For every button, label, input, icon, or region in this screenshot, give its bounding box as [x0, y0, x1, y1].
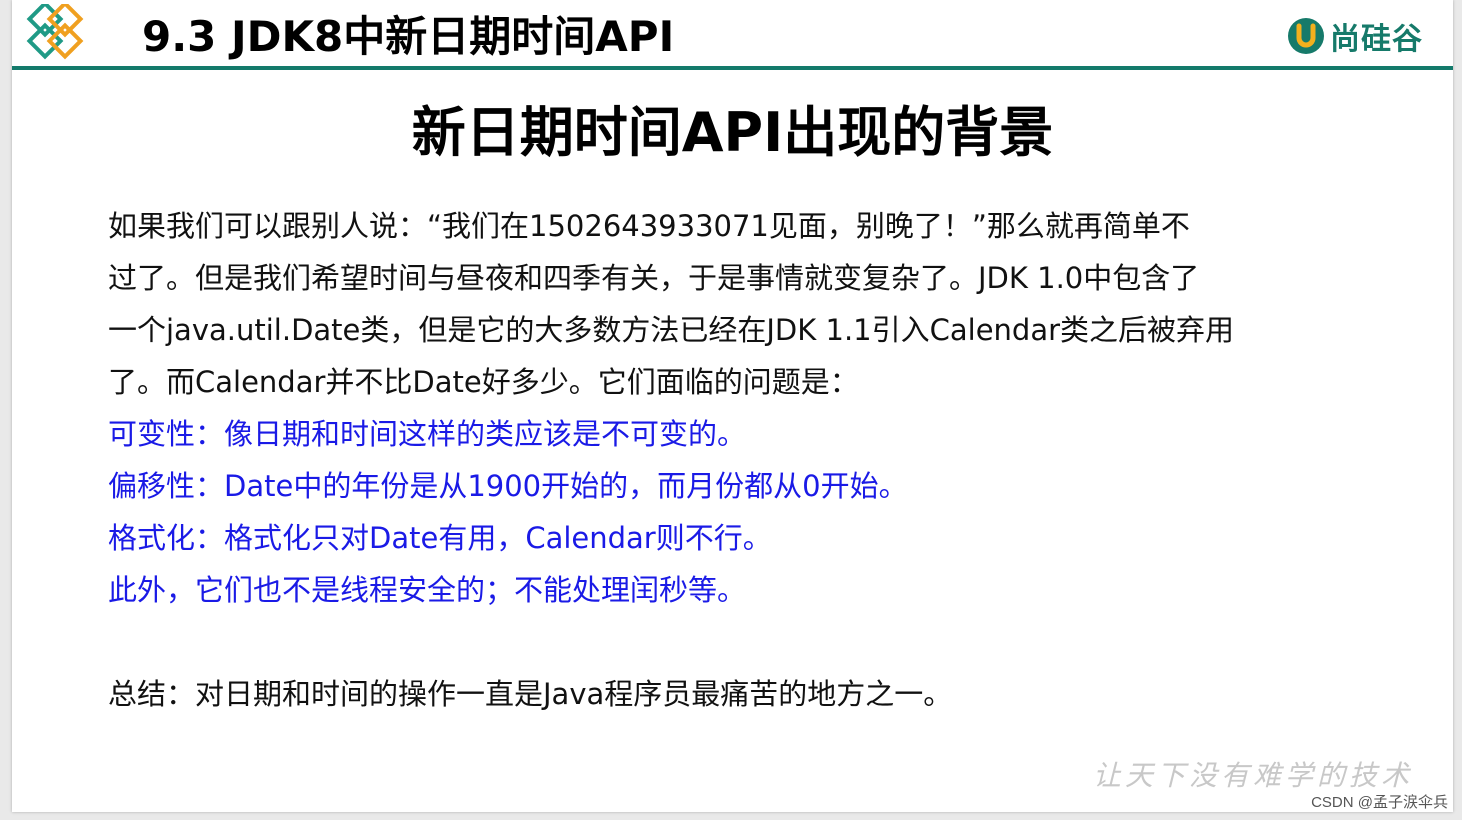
intro-line: 如果我们可以跟别人说：“我们在1502643933071见面，别晚了！”那么就再… — [108, 209, 1190, 243]
summary-text: 总结：对日期和时间的操作一直是Java程序员最痛苦的地方之一。 — [108, 677, 953, 711]
intro-line: 一个java.util.Date类，但是它的大多数方法已经在JDK 1.1引入C… — [108, 313, 1235, 347]
slide-title: 新日期时间API出现的背景 — [411, 101, 1054, 164]
problem-formatting: 格式化：格式化只对Date有用，Calendar则不行。 — [108, 521, 772, 555]
problem-offset: 偏移性：Date中的年份是从1900开始的，而月份都从0开始。 — [108, 469, 908, 503]
brand-u-icon — [1288, 18, 1324, 54]
problem-mutability: 可变性：像日期和时间这样的类应该是不可变的。 — [108, 417, 747, 451]
csdn-credit: CSDN @孟子涙伞兵 — [1311, 794, 1448, 811]
intro-line: 过了。但是我们希望时间与昼夜和四季有关，于是事情就变复杂了。JDK 1.0中包含… — [108, 261, 1200, 295]
section-title: 9.3 JDK8中新日期时间API — [142, 12, 675, 61]
diamond-logo-icon — [26, 4, 84, 60]
intro-paragraph: 如果我们可以跟别人说：“我们在1502643933071见面，别晚了！”那么就再… — [108, 200, 1398, 408]
problem-thread-safety: 此外，它们也不是线程安全的；不能处理闰秒等。 — [108, 573, 747, 607]
slide-body: 如果我们可以跟别人说：“我们在1502643933071见面，别晚了！”那么就再… — [108, 200, 1398, 616]
slogan-watermark: 让天下没有难学的技术 — [1092, 759, 1413, 792]
brand-logo: 尚硅谷 — [1286, 14, 1423, 58]
slide-header: 9.3 JDK8中新日期时间API 尚硅谷 — [12, 0, 1453, 72]
brand-name: 尚硅谷 — [1330, 22, 1423, 57]
intro-line: 了。而Calendar并不比Date好多少。它们面临的问题是： — [108, 365, 859, 399]
header-divider — [12, 66, 1453, 70]
slide: 9.3 JDK8中新日期时间API 尚硅谷 新日期时间API出现的背景 如果我们… — [12, 0, 1453, 812]
